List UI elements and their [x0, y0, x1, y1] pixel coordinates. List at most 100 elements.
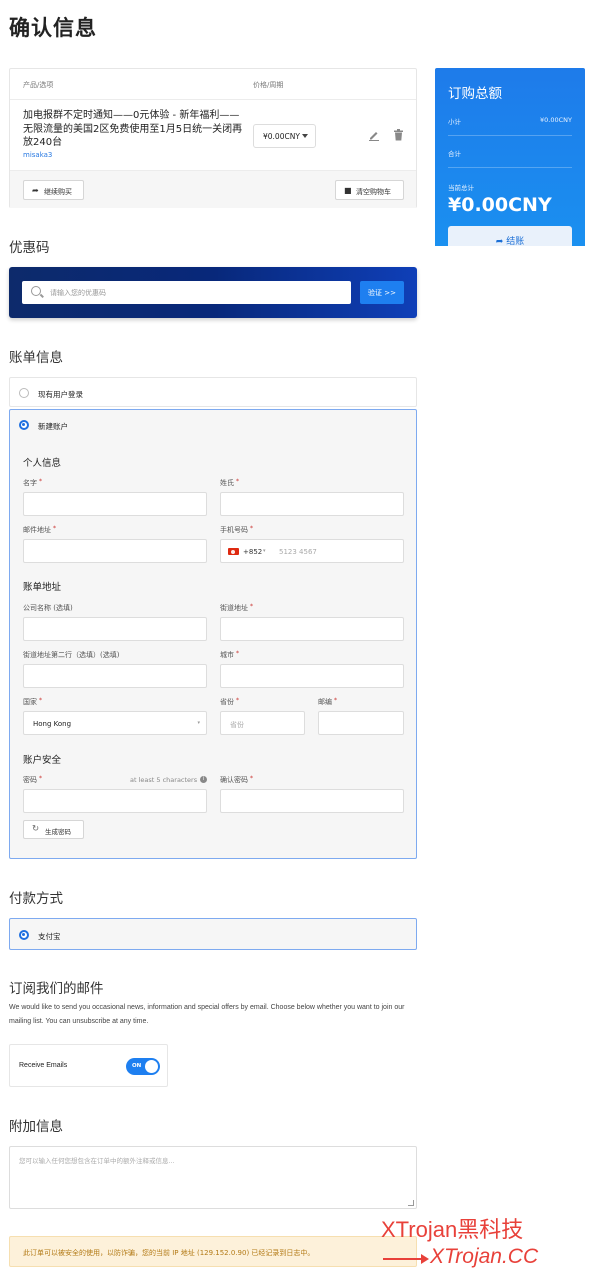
cart-footer: ➦ 继续购买 ■ 清空购物车 [10, 170, 416, 208]
receive-emails-label: Receive Emails [19, 1062, 68, 1069]
generate-password-label: 生成密码 [45, 828, 71, 836]
empty-cart-label: 清空购物车 [356, 188, 391, 196]
phone-field[interactable]: +852 ▾ 5123 4567 [220, 539, 404, 563]
company-label: 公司名称 (选填) [23, 604, 73, 612]
checkout-button[interactable]: ➦ 结账 [448, 226, 572, 246]
price-value: ¥0.00CNY [263, 132, 300, 141]
cart-table: 产品/选项 价格/周期 加电报群不定时通知——0元体验 - 新年福利——无限流量… [9, 68, 417, 208]
postcode-field[interactable] [318, 711, 404, 735]
ip-notice: 此订单可以被安全的使用，以防诈骗，您的当前 IP 地址 (129.152.0.9… [9, 1236, 417, 1267]
empty-cart-button[interactable]: ■ 清空购物车 [335, 180, 404, 200]
address-heading: 账单地址 [23, 582, 62, 593]
phone-placeholder: 5123 4567 [279, 548, 317, 556]
summary-title: 订购总额 [448, 86, 502, 102]
first-name-text: 名字 [23, 479, 37, 487]
radio-existing[interactable] [19, 388, 29, 398]
divider [448, 167, 572, 168]
validate-button[interactable]: 验证 >> [360, 281, 404, 304]
phone-label: 手机号码 * [220, 525, 253, 534]
promo-code-input[interactable]: 请输入您的优惠码 [22, 281, 351, 304]
email-text: 邮件地址 [23, 526, 51, 534]
payment-heading: 付款方式 [9, 891, 63, 907]
confirm-password-field[interactable] [220, 789, 404, 813]
city-label: 城市 * [220, 650, 239, 659]
info-icon: i [200, 776, 207, 783]
arrow-left-icon: ➦ [32, 186, 39, 195]
subtotal-value: ¥0.00CNY [540, 116, 572, 124]
checkout-label: 结账 [506, 237, 525, 246]
promo-heading: 优惠码 [9, 240, 50, 256]
col-price: 价格/周期 [253, 81, 284, 89]
chevron-down-icon: ▾ [197, 720, 200, 726]
watermark-arrow-icon [383, 1254, 429, 1264]
country-label: 国家 * [23, 697, 42, 706]
col-product: 产品/选项 [23, 81, 54, 89]
email-field[interactable] [23, 539, 207, 563]
edit-icon[interactable] [368, 129, 380, 141]
watermark-title: XTrojan黑科技 [381, 1217, 524, 1242]
confirm-password-label: 确认密码 * [220, 775, 253, 784]
watermark-url: XTrojan.CC [430, 1245, 539, 1268]
trash-icon: ■ [344, 186, 352, 195]
state-field[interactable]: 省份 [220, 711, 305, 735]
mailing-description: We would like to send you occasional new… [9, 1004, 405, 1025]
first-name-field[interactable] [23, 492, 207, 516]
refresh-icon: ↻ [32, 824, 40, 834]
security-heading: 账户安全 [23, 755, 62, 766]
street-text: 街道地址 [220, 604, 248, 612]
last-name-text: 姓氏 [220, 479, 234, 487]
subtotal-row: 小计 ¥0.00CNY [448, 116, 572, 126]
street-label: 街道地址 * [220, 603, 253, 612]
alipay-label: 支付宝 [38, 932, 61, 941]
postcode-label: 邮编 * [318, 697, 337, 706]
billing-cycle-select[interactable]: ¥0.00CNY [253, 124, 316, 148]
order-summary: 订购总额 小计 ¥0.00CNY 合计 当前总计 ¥0.00CNY ➦ 结账 [435, 68, 585, 246]
trash-icon[interactable] [393, 129, 404, 141]
ip-notice-text: 此订单可以被安全的使用，以防诈骗，您的当前 IP 地址 (129.152.0.9… [23, 1249, 315, 1257]
divider [448, 135, 572, 136]
payment-option-alipay[interactable]: 支付宝 [9, 918, 417, 950]
new-account-label: 新建账户 [38, 422, 68, 431]
mailing-heading: 订阅我们的邮件 [9, 981, 104, 997]
new-account-panel: 新建账户 个人信息 名字 * 姓氏 * 邮件地址 * 手机号码 * +852 ▾ 512… [9, 409, 417, 859]
hk-flag-icon[interactable] [228, 548, 239, 555]
notes-textarea[interactable]: 您可以输入任何您想包含在订单中的额外注释或信息... [9, 1146, 417, 1209]
radio-alipay[interactable] [19, 930, 29, 940]
cart-item-domain: misaka3 [23, 151, 53, 159]
chevron-down-icon [302, 134, 308, 138]
generate-password-button[interactable]: ↻ 生成密码 [23, 820, 84, 839]
street-field[interactable] [220, 617, 404, 641]
due-label: 当前总计 [448, 184, 474, 192]
existing-label: 现有用户登录 [38, 390, 83, 399]
city-text: 城市 [220, 651, 234, 659]
toggle-knob [145, 1060, 158, 1073]
password-text: 密码 [23, 776, 37, 784]
chevron-down-icon: ▾ [263, 548, 266, 554]
password-label: 密码 * [23, 775, 42, 784]
notes-placeholder: 您可以输入任何您想包含在订单中的额外注释或信息... [19, 1157, 175, 1165]
arrow-right-icon: ➦ [495, 237, 504, 246]
radio-new-account[interactable] [19, 420, 29, 430]
country-text: 国家 [23, 698, 37, 706]
phone-code[interactable]: +852 [243, 548, 262, 556]
existing-customer-option[interactable]: 现有用户登录 [9, 377, 417, 407]
receive-emails-toggle[interactable]: ON [126, 1058, 160, 1075]
promo-placeholder: 请输入您的优惠码 [50, 289, 106, 297]
mailing-optin-box: Receive Emails ON [9, 1044, 168, 1087]
continue-shopping-button[interactable]: ➦ 继续购买 [23, 180, 84, 200]
password-field[interactable] [23, 789, 207, 813]
cart-item-title: 加电报群不定时通知——0元体验 - 新年福利——无限流量的美国2区免费使用至1月… [23, 110, 243, 148]
postcode-text: 邮编 [318, 698, 332, 706]
personal-info-heading: 个人信息 [23, 458, 62, 469]
last-name-field[interactable] [220, 492, 404, 516]
street2-field[interactable] [23, 664, 207, 688]
resize-handle-icon[interactable] [408, 1200, 414, 1206]
country-select[interactable]: Hong Kong ▾ [23, 711, 207, 735]
search-icon [31, 286, 41, 296]
additional-heading: 附加信息 [9, 1119, 63, 1135]
company-field[interactable] [23, 617, 207, 641]
city-field[interactable] [220, 664, 404, 688]
street2-label: 街道地址第二行（选填）(选填) [23, 651, 120, 659]
billing-heading: 账单信息 [9, 350, 63, 366]
password-hint: at least 5 characters [130, 776, 198, 784]
